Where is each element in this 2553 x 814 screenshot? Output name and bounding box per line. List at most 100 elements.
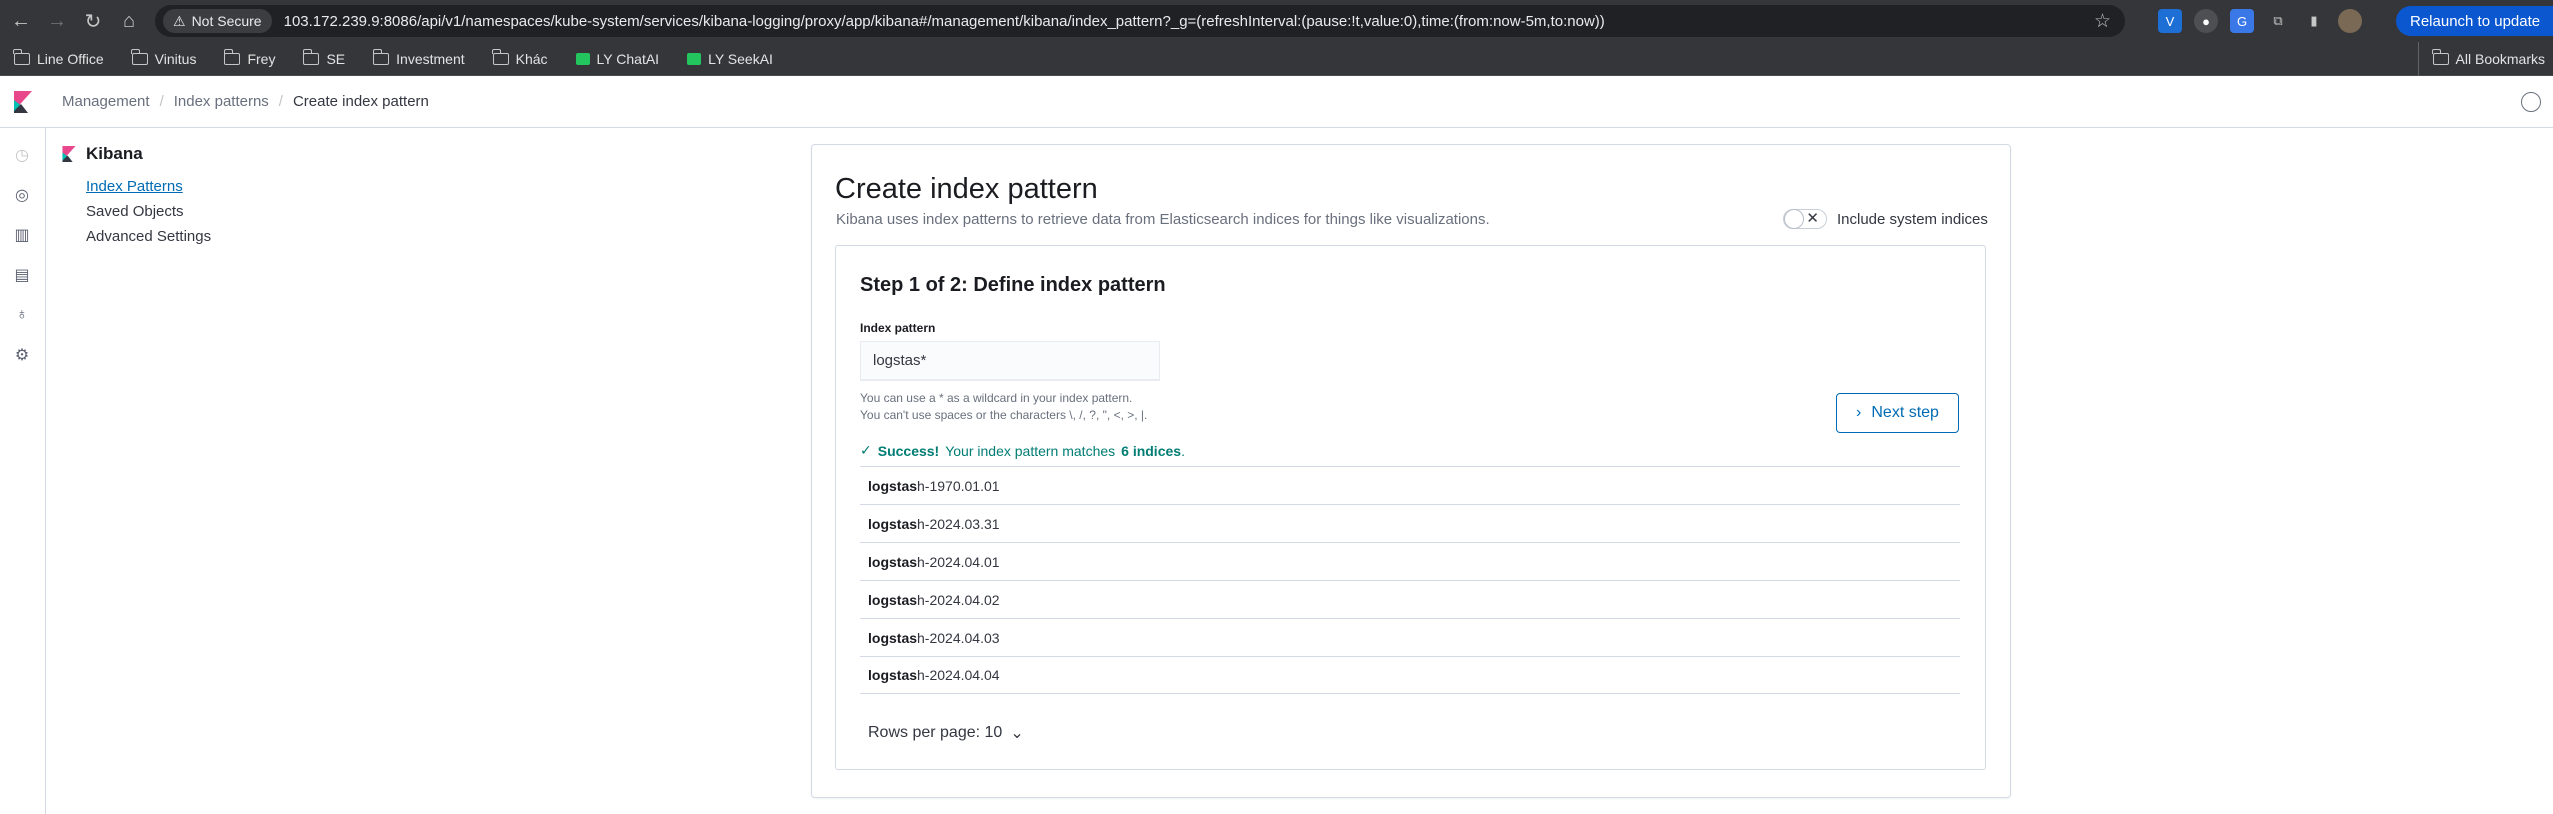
index-rest: h-2024.04.03: [917, 629, 1000, 646]
home-icon[interactable]: ⌂: [114, 6, 144, 36]
index-match: logstas: [868, 553, 918, 570]
bookmark-label: LY SeekAI: [708, 50, 773, 67]
more-vert-icon: ⋮: [2548, 12, 2553, 30]
dashboard-icon[interactable]: ▤: [12, 265, 32, 285]
table-row: logstas h-2024.04.03: [860, 618, 1960, 656]
toggle-switch[interactable]: ✕: [1783, 209, 1827, 229]
index-rest: h-1970.01.01: [917, 477, 1000, 494]
index-pattern-value: logstas*: [873, 352, 927, 369]
table-row: logstas h-2024.04.04: [860, 656, 1960, 694]
sidebar-item-index-patterns[interactable]: Index Patterns: [86, 178, 183, 195]
index-pattern-label: Index pattern: [860, 321, 936, 335]
index-rest: h-2024.03.31: [917, 515, 1000, 532]
warning-icon: ⚠: [173, 12, 186, 29]
index-rest: h-2024.04.04: [917, 667, 1000, 683]
side-panel-icon[interactable]: ▮: [2302, 9, 2326, 33]
sidebar-title: Kibana: [62, 144, 143, 164]
kibana-logo-icon[interactable]: [0, 76, 46, 128]
sidebar-title-label: Kibana: [86, 144, 143, 163]
management-gear-icon[interactable]: ⚙: [12, 345, 32, 365]
create-index-pattern-panel: Create index pattern Kibana uses index p…: [811, 144, 2011, 798]
breadcrumb-index-patterns[interactable]: Index patterns: [174, 93, 269, 110]
bookmark-link[interactable]: LY ChatAI: [575, 50, 660, 67]
next-step-button[interactable]: › Next step: [1836, 393, 1959, 433]
dev-tools-icon[interactable]: ♁: [12, 305, 32, 325]
bookmark-folder[interactable]: Frey: [223, 48, 276, 67]
success-strong: Success!: [877, 442, 940, 459]
bookmark-label: Line Office: [37, 50, 104, 67]
success-end: .: [1181, 442, 1185, 459]
address-bar[interactable]: ⚠ Not Secure 103.172.239.9:8086/api/v1/n…: [155, 5, 2125, 37]
index-rest: h-2024.04.02: [917, 591, 1000, 608]
breadcrumb-create-index-pattern: Create index pattern: [292, 93, 429, 110]
close-icon: ✕: [1806, 210, 1819, 227]
bookmark-folder[interactable]: SE: [302, 48, 345, 67]
bookmark-label: Khác: [515, 50, 548, 67]
bookmark-label: Vinitus: [154, 50, 197, 67]
relaunch-button[interactable]: Relaunch to update ⋮: [2396, 6, 2553, 36]
sidebar-item-saved-objects[interactable]: Saved Objects: [86, 203, 184, 220]
forward-icon[interactable]: →: [42, 6, 72, 36]
bookmark-link[interactable]: LY SeekAI: [687, 51, 773, 67]
rows-per-page-select[interactable]: Rows per page: 10 ⌄: [868, 723, 1024, 743]
folder-icon: [302, 48, 320, 65]
index-pattern-input[interactable]: logstas*: [860, 341, 1160, 381]
browser-toolbar: ← → ↻ ⌂ ⚠ Not Secure 103.172.239.9:8086/…: [0, 0, 2553, 42]
reload-icon[interactable]: ↻: [78, 6, 108, 36]
system-indices-toggle[interactable]: ✕ Include system indices: [1783, 209, 1988, 229]
bookmark-star-icon[interactable]: ☆: [2094, 10, 2111, 33]
not-secure-label: Not Secure: [191, 13, 262, 29]
next-step-label: Next step: [1871, 404, 1939, 421]
bookmark-folder[interactable]: Line Office: [13, 48, 104, 67]
index-match: logstas: [868, 515, 918, 532]
all-bookmarks-label: All Bookmarks: [2455, 51, 2545, 67]
step-title: Step 1 of 2: Define index pattern: [860, 274, 1166, 296]
toggle-label: Include system indices: [1837, 210, 1988, 228]
index-match: logstas: [868, 629, 918, 646]
security-chip[interactable]: ⚠ Not Secure: [163, 9, 272, 33]
extension-github-icon[interactable]: ●: [2194, 9, 2218, 33]
success-message: ✓ Success! Your index pattern matches 6 …: [860, 442, 1185, 459]
extensions-puzzle-icon[interactable]: ⧉: [2266, 9, 2290, 33]
breadcrumb-separator: /: [159, 93, 164, 110]
folder-icon: [223, 48, 241, 65]
extension-translate-icon[interactable]: G: [2230, 9, 2254, 33]
breadcrumb-management[interactable]: Management: [62, 93, 150, 110]
step-panel: Step 1 of 2: Define index pattern Index …: [835, 245, 1986, 770]
chevron-down-icon: ⌄: [1010, 725, 1024, 742]
chat-icon: [575, 52, 590, 65]
profile-avatar[interactable]: [2338, 9, 2362, 33]
index-rest: h-2024.04.01: [917, 553, 1000, 570]
kibana-small-icon: [62, 146, 76, 162]
folder-icon: [492, 48, 509, 65]
success-count: 6 indices: [1121, 442, 1182, 459]
bookmark-folder[interactable]: Investment: [372, 48, 465, 67]
success-text: Your index pattern matches: [945, 442, 1116, 459]
page-title: Create index pattern: [835, 173, 1098, 205]
breadcrumb: Management / Index patterns / Create ind…: [62, 93, 429, 110]
help-icon[interactable]: [2521, 92, 2541, 112]
bookmark-label: LY ChatAI: [596, 50, 660, 67]
discover-compass-icon[interactable]: ◎: [12, 185, 32, 205]
breadcrumb-separator: /: [278, 93, 283, 110]
folder-icon: [13, 48, 30, 65]
back-icon[interactable]: ←: [6, 6, 36, 36]
visualize-chart-icon[interactable]: ▥: [12, 225, 32, 245]
all-bookmarks-button[interactable]: All Bookmarks: [2417, 42, 2545, 76]
table-row: logstas h-1970.01.01: [860, 466, 1960, 504]
check-icon: ✓: [860, 442, 872, 458]
bookmark-label: Frey: [247, 50, 276, 67]
bookmark-folder[interactable]: Khác: [492, 48, 548, 67]
index-match: logstas: [868, 667, 918, 683]
bookmark-label: Investment: [396, 50, 465, 67]
table-row: logstas h-2024.03.31: [860, 504, 1960, 542]
extension-shield-icon[interactable]: V: [2158, 9, 2182, 33]
table-row: logstas h-2024.04.01: [860, 542, 1960, 580]
sidebar-item-advanced-settings[interactable]: Advanced Settings: [86, 228, 211, 245]
recent-clock-icon[interactable]: ◷: [12, 145, 32, 165]
nav-rail: ◷ ◎ ▥ ▤ ♁ ⚙: [0, 128, 46, 814]
bookmark-folder[interactable]: Vinitus: [131, 48, 197, 67]
index-match: logstas: [868, 591, 918, 608]
folder-icon: [372, 48, 390, 65]
url-text[interactable]: 103.172.239.9:8086/api/v1/namespaces/kub…: [284, 13, 1605, 30]
